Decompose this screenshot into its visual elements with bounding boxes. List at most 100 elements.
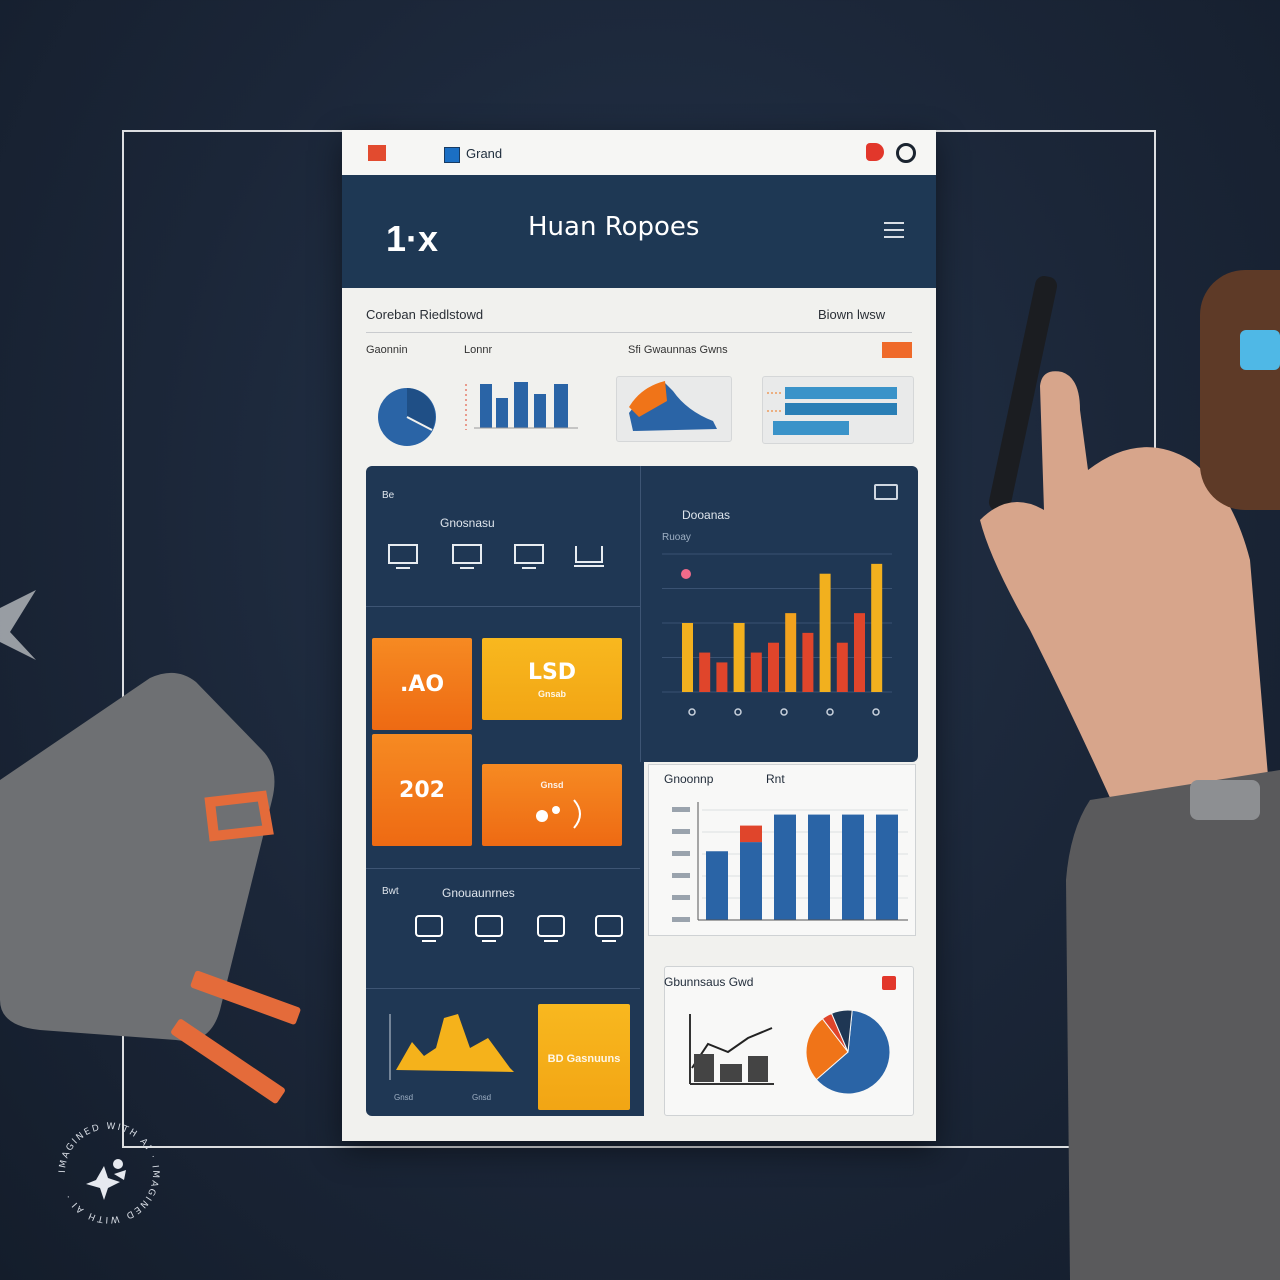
panel-title: Gnosnasu [440, 516, 495, 530]
section-tag: Bwt [382, 886, 399, 897]
bar-chart-blue[interactable] [662, 796, 912, 932]
monitor-icon[interactable] [474, 914, 504, 949]
folder-icon[interactable] [882, 342, 912, 358]
logo: 1·x [386, 218, 439, 259]
tick-label [672, 873, 690, 878]
top-bar: Grand [342, 130, 936, 175]
app-icon[interactable] [368, 145, 386, 161]
axis-tick-marker [780, 708, 788, 716]
panel-tag: Be [382, 490, 395, 501]
section-title: Gnouaunrnes [442, 886, 515, 900]
divider [366, 332, 912, 333]
line-area-chart[interactable] [688, 1008, 778, 1088]
mug [1200, 270, 1280, 510]
panel-divider [366, 868, 640, 869]
bar [733, 623, 745, 692]
thumb-table[interactable] [762, 376, 914, 444]
overview-title: Coreban Riedlstowd [366, 307, 484, 322]
alert-icon[interactable] [882, 976, 896, 990]
pie-title: Gbunnsaus Gwd [664, 975, 754, 989]
kpi-caption: Gnsab [537, 688, 566, 699]
overview-label: Sfi Gwaunnas Gwns [628, 344, 728, 356]
area-label: Gnsd [472, 1093, 492, 1102]
page-title: Huan Ropoes [528, 212, 700, 242]
overview-label: Lonnr [464, 344, 493, 356]
overview-action[interactable]: Biown lwsw [818, 307, 885, 322]
s-icon[interactable] [866, 143, 884, 161]
desk-objects [0, 590, 301, 1104]
monitor-icon[interactable] [514, 544, 544, 575]
kpi-tile[interactable]: .AO [372, 638, 472, 730]
bar [716, 662, 728, 692]
yellow-card-label: BD Gasnuuns [547, 1052, 621, 1065]
thumb-area-chart[interactable] [616, 376, 732, 442]
axis-tick-marker [734, 708, 742, 716]
bar [802, 632, 814, 692]
kpi-caption: Gnsd [540, 780, 564, 790]
thumb-bar-chart[interactable] [462, 378, 588, 438]
tick-label [672, 807, 690, 812]
tab-icon[interactable] [444, 147, 460, 163]
area-label: Gnsd [394, 1093, 414, 1102]
kpi-value: LSD [527, 659, 577, 685]
panel-divider [366, 606, 640, 607]
bar [785, 613, 797, 692]
monitor-icon[interactable] [414, 914, 444, 949]
chart-subtitle: Rnt [766, 772, 785, 786]
axis-tick-marker [688, 708, 696, 716]
bar [740, 842, 762, 920]
bar [819, 573, 831, 692]
settings-icon[interactable] [896, 143, 916, 163]
legend-dot [681, 569, 691, 579]
kpi-value: .AO [399, 671, 445, 697]
watch [1190, 780, 1260, 820]
bar [706, 851, 728, 920]
panel-divider [640, 466, 641, 762]
axis-tick-marker [826, 708, 834, 716]
pie-chart[interactable] [802, 1006, 902, 1106]
dashboard-sheet: Grand 1·x Huan Ropoes Coreban Riedlstowd… [342, 130, 936, 1141]
monitor-icon[interactable] [536, 914, 566, 949]
ai-watermark-seal: IMAGINED WITH AI · IMAGINED WITH AI · [58, 1122, 160, 1225]
bar [699, 652, 711, 692]
bar [774, 814, 796, 920]
area-chart[interactable] [384, 1008, 524, 1092]
tick-label [672, 895, 690, 900]
kpi-tile[interactable]: Gnsd [482, 764, 622, 846]
chart-title: Dooanas [682, 508, 731, 522]
laptop-icon[interactable] [574, 544, 604, 575]
bar [682, 623, 693, 692]
bar [836, 642, 848, 692]
axis-tick-marker [872, 708, 880, 716]
overview-label: Gaonnin [366, 344, 408, 356]
bar [808, 814, 830, 920]
tab-label[interactable]: Grand [466, 146, 502, 161]
bar-chart-orange-red[interactable] [652, 534, 902, 734]
hamburger-menu-icon[interactable] [884, 222, 904, 238]
tick-label [672, 851, 690, 856]
kpi-value: 202 [399, 777, 445, 803]
sleeve [1066, 770, 1280, 1280]
bar [750, 652, 762, 692]
kpi-sparkline [536, 799, 581, 829]
kpi-tile[interactable]: 202 [372, 734, 472, 846]
thumb-pie[interactable] [372, 382, 444, 448]
orange-bar [171, 1019, 285, 1104]
tick-label [672, 917, 690, 922]
yellow-card[interactable]: BD Gasnuuns [538, 1004, 630, 1110]
monitor-icon[interactable] [388, 544, 418, 575]
scissors-icon [0, 590, 36, 660]
svg-text:IMAGINED WITH AI · IMAGINED WI: IMAGINED WITH AI · IMAGINED WITH AI · [58, 1122, 160, 1225]
bar [854, 613, 865, 692]
monitor-icon[interactable] [452, 544, 482, 575]
bar [768, 642, 779, 692]
monitor-icon[interactable] [594, 914, 624, 949]
bar [871, 563, 883, 692]
bar-highlight [740, 825, 762, 843]
tick-label [672, 829, 690, 834]
blue-object [1240, 330, 1280, 370]
window-icon[interactable] [874, 484, 898, 500]
panel-divider [366, 988, 640, 989]
kpi-tile[interactable]: LSD Gnsab [482, 638, 622, 720]
bar [842, 814, 864, 920]
